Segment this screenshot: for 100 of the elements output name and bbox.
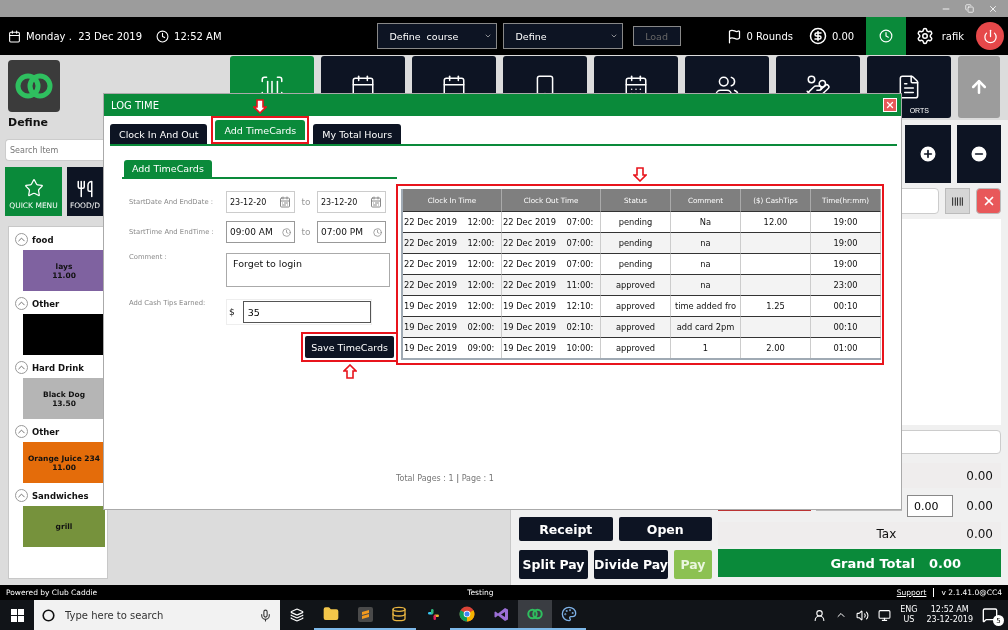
table-cell: approved bbox=[601, 337, 671, 358]
windows-icon bbox=[10, 608, 24, 622]
browser-icon bbox=[459, 606, 475, 622]
region-text[interactable]: US bbox=[903, 615, 915, 625]
table-cell: 22 Dec 2019 12:00: bbox=[403, 253, 502, 274]
chevron-down-icon bbox=[483, 32, 492, 40]
tax-amount: 0.00 bbox=[966, 527, 993, 541]
table-cell: 19 Dec 2019 02:10: bbox=[502, 316, 601, 337]
table-cell: 00:10 bbox=[811, 295, 881, 316]
clock-icon bbox=[373, 227, 382, 237]
table-cell: approved bbox=[601, 316, 671, 337]
clock-date[interactable]: 23-12-2019 bbox=[926, 615, 973, 625]
plus-icon bbox=[918, 144, 938, 164]
table-cell bbox=[741, 316, 811, 337]
save-button[interactable]: Save TimeCards bbox=[305, 336, 394, 358]
barcode-button[interactable] bbox=[945, 188, 970, 214]
table-cell: na bbox=[671, 274, 741, 295]
table-cell: pending bbox=[601, 232, 671, 253]
category-name: Other bbox=[32, 298, 60, 309]
item-tile[interactable] bbox=[23, 314, 105, 355]
table-cell: 22 Dec 2019 12:00: bbox=[403, 211, 502, 232]
table-cell: 19 Dec 2019 10:00: bbox=[502, 337, 601, 358]
notifications-icon[interactable] bbox=[982, 607, 998, 623]
date-text: Monday . 23 Dec 2019 bbox=[26, 30, 143, 42]
table-cell: 1.25 bbox=[741, 295, 811, 316]
scroll-up-button[interactable] bbox=[958, 56, 1000, 118]
section-tab[interactable]: Add TimeCards bbox=[124, 160, 212, 177]
palette-icon bbox=[561, 606, 577, 622]
table-cell: 2.00 bbox=[741, 337, 811, 358]
tips-field[interactable]: 35 bbox=[242, 301, 371, 323]
table-cell bbox=[741, 232, 811, 253]
add-button[interactable] bbox=[905, 125, 951, 183]
taskbar-app[interactable] bbox=[518, 600, 552, 630]
currency-symbol: $ bbox=[229, 307, 235, 317]
table-cell: pending bbox=[601, 253, 671, 274]
category-name: Other bbox=[32, 426, 60, 437]
language-text[interactable]: ENG bbox=[900, 605, 918, 615]
clear-button[interactable] bbox=[976, 188, 1001, 214]
database-icon bbox=[391, 606, 407, 622]
table-cell: 12.00 bbox=[741, 211, 811, 232]
action-button[interactable]: Divide Pay bbox=[594, 550, 668, 579]
action-button[interactable]: Split Pay bbox=[519, 550, 589, 579]
table-cell: 19 Dec 2019 12:10: bbox=[502, 295, 601, 316]
discount-field[interactable]: 0.00 bbox=[907, 495, 953, 517]
search-icon bbox=[42, 608, 55, 622]
remove-button[interactable] bbox=[957, 125, 1001, 183]
power-button[interactable] bbox=[976, 22, 1004, 50]
table-cell: na bbox=[671, 253, 741, 274]
network-icon[interactable] bbox=[878, 608, 892, 622]
table-cell: pending bbox=[601, 211, 671, 232]
golf-flag-icon bbox=[726, 28, 742, 44]
table-cell: 19:00 bbox=[811, 253, 881, 274]
balance-amount: 0.00 bbox=[831, 30, 855, 42]
mode-select[interactable]: Define bbox=[502, 23, 623, 49]
category-name: food bbox=[32, 234, 54, 245]
close-icon bbox=[885, 100, 895, 110]
table-cell: 22 Dec 2019 12:00: bbox=[403, 232, 502, 253]
subtotal-amount: 0.00 bbox=[966, 468, 993, 483]
editor-icon bbox=[357, 606, 373, 622]
microphone-icon bbox=[259, 608, 272, 622]
settings-icon[interactable] bbox=[915, 27, 934, 45]
action-button[interactable]: Open bbox=[618, 517, 712, 541]
category-name: Hard Drink bbox=[32, 362, 84, 373]
dialog-tab[interactable]: My Total Hours bbox=[313, 124, 402, 144]
clock-icon bbox=[878, 29, 893, 43]
table-cell: approved bbox=[601, 274, 671, 295]
utensils-icon bbox=[76, 180, 94, 198]
grand-total-amount: 0.00 bbox=[928, 555, 961, 571]
task-view-icon bbox=[290, 608, 304, 622]
volume-icon[interactable] bbox=[856, 608, 870, 622]
table-cell: Na bbox=[671, 211, 741, 232]
table-cell: 23:00 bbox=[811, 274, 881, 295]
folder-icon bbox=[323, 606, 339, 622]
table-cell bbox=[741, 253, 811, 274]
table-cell: 19 Dec 2019 02:00: bbox=[403, 316, 502, 337]
category-name: Sandwiches bbox=[32, 490, 89, 501]
comment-field[interactable]: Forget to login bbox=[226, 253, 390, 287]
calendar-icon bbox=[279, 196, 291, 208]
action-button[interactable]: Receipt bbox=[519, 517, 613, 541]
course-select[interactable]: Define course bbox=[376, 23, 497, 49]
rings-icon bbox=[527, 608, 543, 620]
dialog-tab[interactable]: Clock In And Out bbox=[110, 124, 208, 144]
dialog-tab[interactable]: Add TimeCards bbox=[215, 120, 306, 140]
close-button[interactable] bbox=[883, 98, 897, 112]
people-icon[interactable] bbox=[813, 608, 827, 622]
time-field[interactable]: 09:00 AM bbox=[226, 221, 295, 243]
table-cell: 00:10 bbox=[811, 316, 881, 337]
table-cell: time added fro bbox=[671, 295, 741, 316]
date-field[interactable]: 23-12-20 bbox=[317, 191, 386, 213]
search-input[interactable]: Type here to search bbox=[63, 608, 251, 622]
clock-button[interactable] bbox=[865, 17, 906, 55]
studio-icon bbox=[493, 606, 509, 622]
clock-time[interactable]: 12:52 AM bbox=[930, 605, 969, 615]
table-cell: 01:00 bbox=[811, 337, 881, 358]
time-field[interactable]: 07:00 PM bbox=[317, 221, 386, 243]
taskbar-search[interactable]: Type here to search bbox=[34, 600, 280, 630]
date-field[interactable]: 23-12-20 bbox=[226, 191, 295, 213]
rounds-count: 0 Rounds bbox=[746, 30, 793, 42]
table-cell: 22 Dec 2019 11:00: bbox=[502, 274, 601, 295]
table-cell: 19 Dec 2019 12:00: bbox=[403, 295, 502, 316]
